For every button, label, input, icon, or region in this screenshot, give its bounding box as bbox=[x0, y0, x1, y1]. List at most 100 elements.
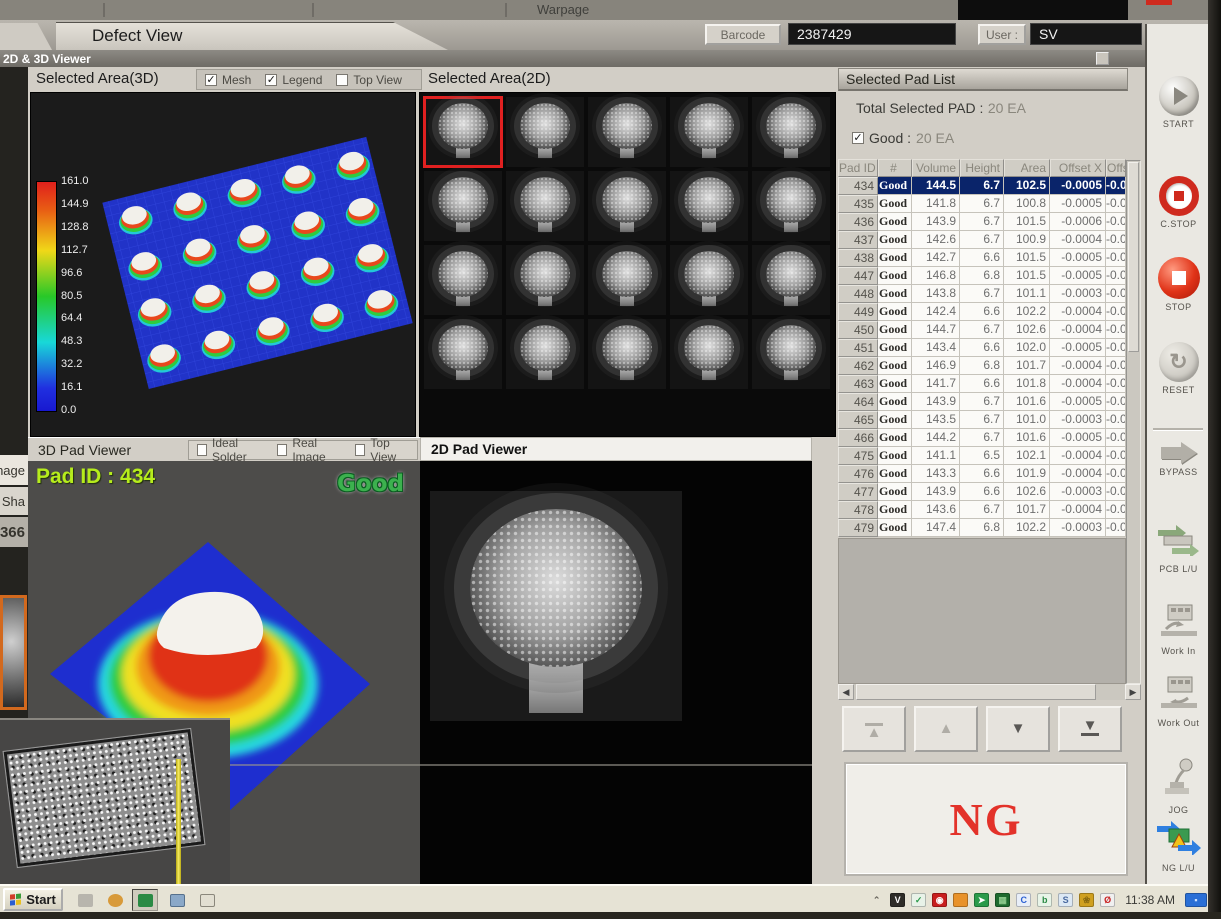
table-row[interactable]: 449Good142.46.6102.2-0.0004-0.003 bbox=[838, 303, 1127, 321]
user-input[interactable]: SV bbox=[1030, 23, 1142, 45]
side-button-work-out[interactable]: Work Out bbox=[1147, 674, 1210, 728]
pad-thumbnail[interactable] bbox=[506, 97, 584, 167]
quicklaunch-camera-icon[interactable] bbox=[72, 889, 98, 911]
close-button-fragment[interactable] bbox=[1146, 0, 1172, 5]
spi-grid-icon[interactable]: ▦ bbox=[995, 893, 1010, 907]
nvidia-arrow-icon[interactable]: ➤ bbox=[974, 893, 989, 907]
checkbox-legend[interactable]: ✓Legend bbox=[265, 73, 322, 87]
pad-thumbnail[interactable] bbox=[424, 245, 502, 315]
side-button-jog[interactable]: JOG bbox=[1147, 757, 1210, 815]
pad-thumbnail[interactable] bbox=[670, 319, 748, 389]
column-header[interactable]: Offset Y bbox=[1106, 159, 1126, 177]
pad-thumbnail[interactable] bbox=[506, 171, 584, 241]
vnc-icon[interactable]: V bbox=[890, 893, 905, 907]
side-button-start[interactable]: START bbox=[1147, 76, 1210, 129]
c-app-icon[interactable]: C bbox=[1016, 893, 1031, 907]
pad-thumbnail[interactable] bbox=[424, 319, 502, 389]
side-button-pcb-l-u[interactable]: PCB L/U bbox=[1147, 522, 1210, 574]
pad-thumbnail[interactable] bbox=[752, 171, 830, 241]
checkbox-icon[interactable] bbox=[277, 444, 287, 456]
selected-area-3d-viewport[interactable]: 161.0144.9128.8112.796.680.564.448.332.2… bbox=[30, 92, 416, 437]
column-header[interactable]: Volume bbox=[912, 159, 960, 177]
side-button-bypass[interactable]: BYPASS bbox=[1147, 442, 1210, 477]
pad-thumbnail[interactable] bbox=[588, 245, 666, 315]
panel-button-icon[interactable] bbox=[1096, 52, 1109, 65]
start-button[interactable]: Start bbox=[3, 888, 63, 911]
table-row[interactable]: 463Good141.76.6101.8-0.0004-0.002 bbox=[838, 375, 1127, 393]
side-button-c-stop[interactable]: C.STOP bbox=[1147, 176, 1210, 229]
table-row[interactable]: 437Good142.66.7100.9-0.0004-0.003 bbox=[838, 231, 1127, 249]
checkbox-icon[interactable] bbox=[197, 444, 207, 456]
previous-row-button[interactable]: ▲ bbox=[914, 706, 978, 752]
checkbox-real-image[interactable]: Real Image bbox=[277, 436, 341, 464]
table-row[interactable]: 464Good143.96.7101.6-0.0005-0.003 bbox=[838, 393, 1127, 411]
table-row[interactable]: 477Good143.96.6102.6-0.0003-0.003 bbox=[838, 483, 1127, 501]
tab-warpage[interactable]: Warpage bbox=[537, 2, 589, 17]
pad-thumbnail[interactable] bbox=[506, 319, 584, 389]
volume-muted-icon[interactable]: Ø bbox=[1100, 893, 1115, 907]
pad-thumbnail[interactable] bbox=[752, 319, 830, 389]
table-row[interactable]: 447Good146.86.8101.5-0.0005-0.003 bbox=[838, 267, 1127, 285]
checkbox-mesh[interactable]: ✓Mesh bbox=[205, 73, 251, 87]
last-row-button[interactable]: ▼ bbox=[1058, 706, 1122, 752]
scheduler-icon[interactable]: S bbox=[1058, 893, 1073, 907]
network-tray-icon[interactable]: ▪ bbox=[1185, 893, 1207, 907]
side-button-reset[interactable]: ↻RESET bbox=[1147, 342, 1210, 395]
updater-icon[interactable] bbox=[953, 893, 968, 907]
table-row[interactable]: 479Good147.46.8102.2-0.0003-0.003 bbox=[838, 519, 1127, 537]
good-filter[interactable]: ✓ Good : 20 EA bbox=[852, 130, 954, 146]
first-row-button[interactable]: ▲ bbox=[842, 706, 906, 752]
scroll-left-arrow[interactable]: ◀ bbox=[838, 684, 854, 700]
side-button-ng-l-u[interactable]: NG L/U bbox=[1147, 817, 1210, 873]
background-item-image[interactable]: nage bbox=[0, 455, 28, 485]
background-thumbnail[interactable] bbox=[0, 595, 27, 710]
pad-thumbnail[interactable] bbox=[424, 97, 502, 167]
quicklaunch-spi-app-icon[interactable] bbox=[132, 889, 158, 911]
checkbox-icon[interactable] bbox=[355, 444, 365, 456]
checkbox-icon[interactable]: ✓ bbox=[205, 74, 217, 86]
column-header[interactable]: Pad ID bbox=[838, 159, 878, 177]
pad-thumbnail[interactable] bbox=[752, 97, 830, 167]
tab-partial[interactable] bbox=[0, 23, 52, 50]
mcafee-shield-icon[interactable]: ◉ bbox=[932, 893, 947, 907]
table-row[interactable]: 436Good143.96.7101.5-0.0006-0.003 bbox=[838, 213, 1127, 231]
good-checkbox[interactable]: ✓ bbox=[852, 132, 864, 144]
pad-thumbnail[interactable] bbox=[670, 97, 748, 167]
pad-list-vertical-scrollbar[interactable] bbox=[1126, 160, 1141, 684]
antivirus-check-icon[interactable]: ✓ bbox=[911, 893, 926, 907]
column-header[interactable]: Area bbox=[1004, 159, 1050, 177]
table-row[interactable]: 475Good141.16.5102.1-0.0004-0.003 bbox=[838, 447, 1127, 465]
checkbox-icon[interactable] bbox=[336, 74, 348, 86]
horizontal-scroll-thumb[interactable] bbox=[856, 684, 1096, 700]
tab-defect-view[interactable]: Defect View bbox=[56, 22, 448, 50]
pad-thumbnail[interactable] bbox=[506, 245, 584, 315]
next-row-button[interactable]: ▼ bbox=[986, 706, 1050, 752]
vertical-scroll-thumb[interactable] bbox=[1128, 162, 1139, 352]
table-row[interactable]: 476Good143.36.6101.9-0.0004-0.003 bbox=[838, 465, 1127, 483]
checkbox-icon[interactable]: ✓ bbox=[265, 74, 277, 86]
table-row[interactable]: 434Good144.56.7102.5-0.0005-0.002 bbox=[838, 177, 1127, 195]
pad-thumbnail[interactable] bbox=[752, 245, 830, 315]
checkbox-top-view[interactable]: Top View bbox=[355, 436, 409, 464]
pad-thumbnail[interactable] bbox=[588, 171, 666, 241]
table-row[interactable]: 466Good144.26.7101.6-0.0005-0.003 bbox=[838, 429, 1127, 447]
table-row[interactable]: 438Good142.76.6101.5-0.0005-0.003 bbox=[838, 249, 1127, 267]
table-row[interactable]: 451Good143.46.6102.0-0.0005-0.003 bbox=[838, 339, 1127, 357]
checkbox-top-view[interactable]: Top View bbox=[336, 73, 401, 87]
pad-viewer-2d-viewport[interactable] bbox=[420, 461, 812, 884]
background-item-shape[interactable]: Sha bbox=[0, 487, 28, 515]
table-row[interactable]: 450Good144.76.7102.6-0.0004-0.003 bbox=[838, 321, 1127, 339]
network-icon[interactable]: ❀ bbox=[1079, 893, 1094, 907]
table-row[interactable]: 478Good143.66.7101.7-0.0004-0.003 bbox=[838, 501, 1127, 519]
table-row[interactable]: 448Good143.86.7101.1-0.0003-0.002 bbox=[838, 285, 1127, 303]
quicklaunch-image-icon[interactable] bbox=[164, 889, 190, 911]
side-button-stop[interactable]: STOP bbox=[1147, 257, 1210, 312]
column-header[interactable]: Offset X bbox=[1050, 159, 1106, 177]
barcode-input[interactable]: 2387429 bbox=[788, 23, 956, 45]
table-row[interactable]: 462Good146.96.8101.7-0.0004-0.002 bbox=[838, 357, 1127, 375]
column-header[interactable]: Height bbox=[960, 159, 1004, 177]
quicklaunch-app-icon[interactable] bbox=[102, 889, 128, 911]
quicklaunch-folder-icon[interactable] bbox=[194, 889, 220, 911]
collapse-chevron-icon[interactable]: ⌃ bbox=[869, 893, 884, 907]
pad-list-horizontal-scrollbar[interactable]: ◀ ▶ bbox=[838, 684, 1141, 700]
